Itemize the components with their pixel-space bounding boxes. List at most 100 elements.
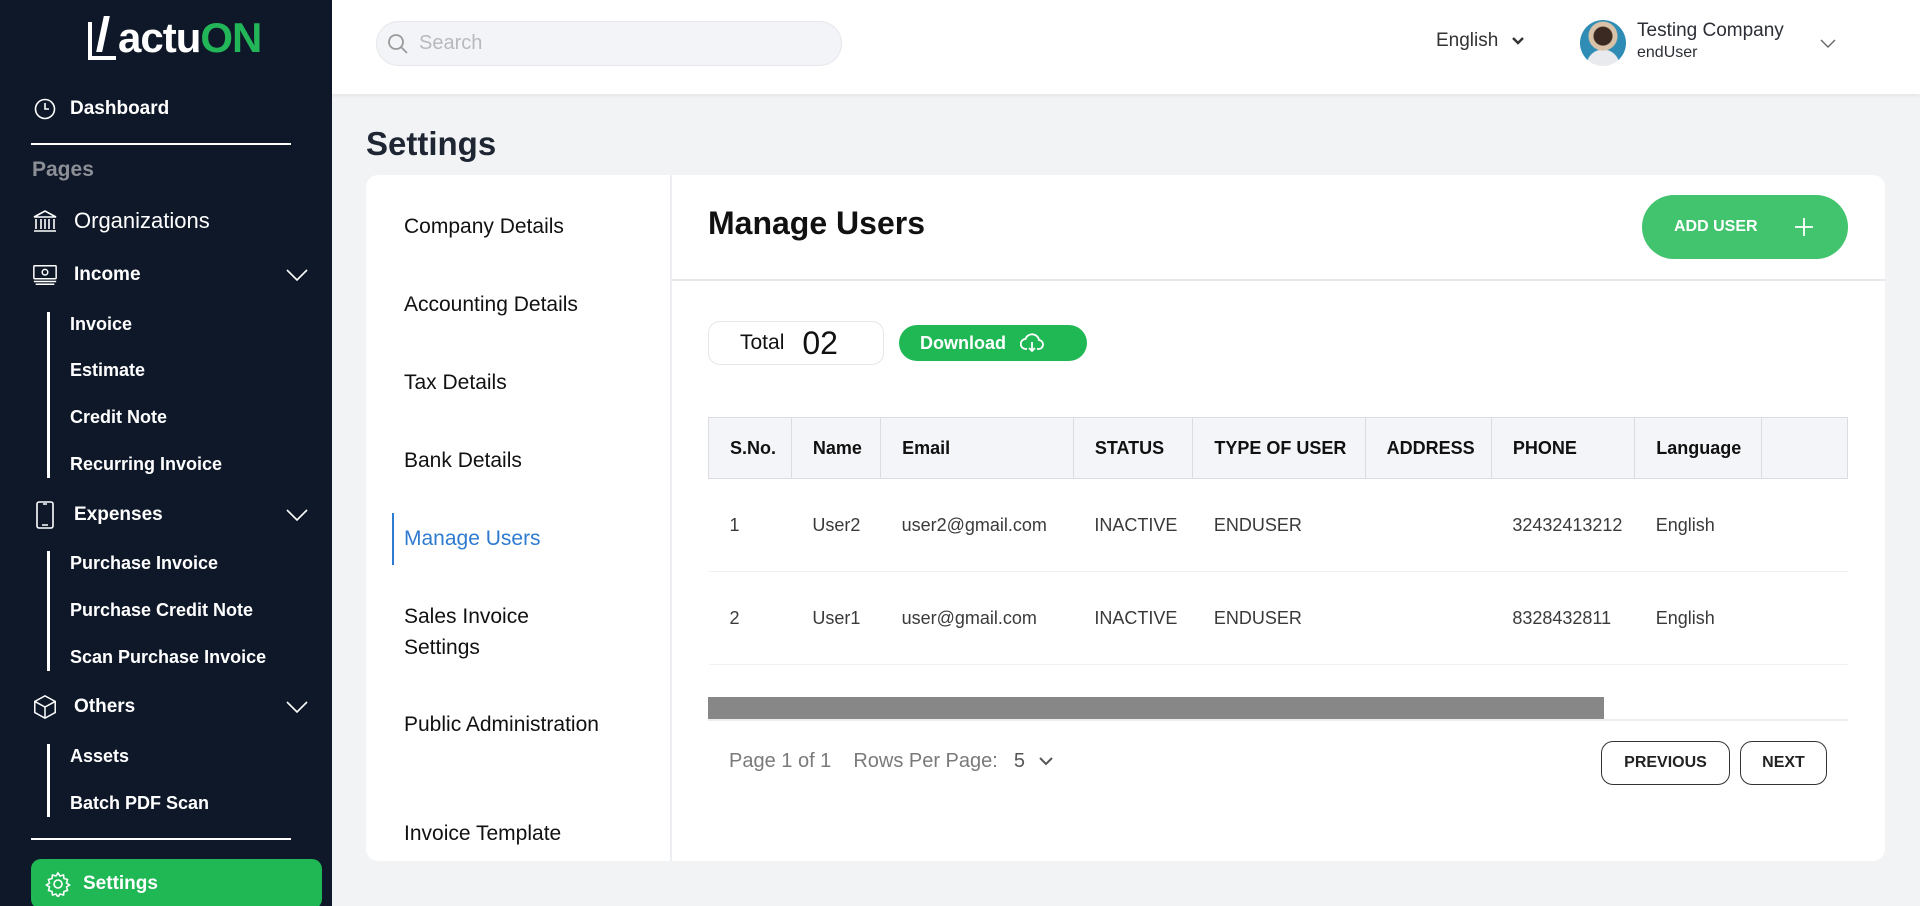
sidebar-item-scan-purchase-invoice[interactable]: Scan Purchase Invoice <box>70 647 266 668</box>
settings-nav-invoice-template[interactable]: Invoice Template <box>404 818 644 849</box>
column-header-address[interactable]: ADDRESS <box>1364 417 1492 479</box>
cell-name: User2 <box>791 478 881 572</box>
total-label: Total <box>740 331 785 354</box>
settings-nav-bank-details[interactable]: Bank Details <box>404 445 644 476</box>
cell-email: user2@gmail.com <box>880 478 1074 572</box>
search-icon <box>387 33 409 55</box>
user-menu-chevron-down-icon[interactable] <box>1820 36 1836 54</box>
cell-type-of-user: ENDUSER <box>1192 478 1366 572</box>
sidebar-item-recurring-invoice[interactable]: Recurring Invoice <box>70 454 222 475</box>
sidebar-item-organizations[interactable]: Organizations <box>32 208 210 234</box>
cell-actions <box>1761 571 1848 665</box>
settings-nav-accounting-details[interactable]: Accounting Details <box>404 289 644 320</box>
plus-icon <box>1795 218 1813 236</box>
clock-icon <box>32 96 58 122</box>
add-user-label: ADD USER <box>1674 218 1758 235</box>
page-info: Page 1 of 1 <box>729 750 832 772</box>
settings-nav-company-details[interactable]: Company Details <box>404 211 644 242</box>
cell-phone: 32432413212 <box>1491 478 1635 572</box>
column-header-language[interactable]: Language <box>1634 417 1763 479</box>
table-row[interactable]: 1 User2 user2@gmail.com INACTIVE ENDUSER… <box>708 478 1848 572</box>
sidebar-item-invoice[interactable]: Invoice <box>70 314 132 335</box>
scrollbar-thumb[interactable] <box>708 697 1604 719</box>
others-chevron-down-icon[interactable] <box>286 700 308 714</box>
search-box[interactable] <box>376 21 842 66</box>
income-submenu-line <box>47 312 50 478</box>
column-header-email[interactable]: Email <box>880 417 1074 479</box>
section-divider <box>672 279 1885 281</box>
page-title: Settings <box>366 125 497 162</box>
cell-type-of-user: ENDUSER <box>1192 571 1366 665</box>
sidebar-item-others[interactable]: Others <box>32 694 135 720</box>
top-header: English Testing Company endUser <box>332 0 1920 94</box>
column-header-status[interactable]: STATUS <box>1072 417 1194 479</box>
others-submenu-line <box>47 744 50 817</box>
cell-actions <box>1761 478 1848 572</box>
active-indicator <box>392 513 394 565</box>
sidebar: actu ON Dashboard Pages Organizations Inc… <box>0 0 332 906</box>
user-menu[interactable]: Testing Company endUser <box>1637 20 1784 62</box>
total-count-badge: Total 02 <box>708 321 884 365</box>
settings-nav-public-administration[interactable]: Public Administration <box>404 709 604 740</box>
column-header-type-of-user[interactable]: TYPE OF USER <box>1192 417 1366 479</box>
sidebar-item-income[interactable]: Income <box>32 262 141 288</box>
sidebar-item-purchase-invoice[interactable]: Purchase Invoice <box>70 553 218 574</box>
sidebar-item-expenses[interactable]: Expenses <box>32 501 163 529</box>
sidebar-item-label: Dashboard <box>70 98 170 119</box>
sidebar-divider <box>31 838 291 840</box>
previous-button[interactable]: PREVIOUS <box>1601 741 1730 785</box>
sidebar-item-credit-note[interactable]: Credit Note <box>70 407 167 428</box>
income-chevron-down-icon[interactable] <box>286 268 308 282</box>
sidebar-item-settings[interactable]: Settings <box>31 859 322 906</box>
manage-users-title: Manage Users <box>708 205 925 241</box>
cell-sno: 2 <box>708 571 792 665</box>
card-divider <box>670 175 672 861</box>
column-header-name[interactable]: Name <box>790 417 882 479</box>
expenses-chevron-down-icon[interactable] <box>286 508 308 522</box>
sidebar-item-dashboard[interactable]: Dashboard <box>32 96 169 122</box>
language-value: English <box>1436 30 1499 51</box>
language-selector[interactable]: English <box>1436 30 1525 52</box>
sidebar-item-purchase-credit-note[interactable]: Purchase Credit Note <box>70 600 253 621</box>
cell-email: user@gmail.com <box>880 571 1074 665</box>
avatar[interactable] <box>1580 20 1626 66</box>
cell-sno: 1 <box>708 478 792 572</box>
rows-per-page-value[interactable]: 5 <box>1014 750 1025 773</box>
sidebar-item-label: Expenses <box>74 504 163 525</box>
settings-nav-manage-users[interactable]: Manage Users <box>404 523 644 554</box>
cell-language: English <box>1634 571 1762 665</box>
add-user-button[interactable]: ADD USER <box>1642 195 1848 259</box>
chevron-down-icon <box>1498 37 1525 45</box>
rows-per-page-chevron-down-icon[interactable] <box>1025 757 1053 766</box>
user-name: Testing Company <box>1637 20 1784 41</box>
sidebar-item-label: Income <box>74 264 141 285</box>
logo-text-accent: ON <box>200 14 262 61</box>
column-header-sno[interactable]: S.No. <box>708 417 792 479</box>
settings-nav-tax-details[interactable]: Tax Details <box>404 367 644 398</box>
box-icon <box>32 694 58 720</box>
search-input[interactable] <box>419 32 819 55</box>
cell-status: INACTIVE <box>1073 571 1193 665</box>
sidebar-item-label: Settings <box>83 873 158 894</box>
sidebar-item-estimate[interactable]: Estimate <box>70 360 145 381</box>
sidebar-item-assets[interactable]: Assets <box>70 746 129 767</box>
table-header-row: S.No. Name Email STATUS TYPE OF USER ADD… <box>708 417 1848 479</box>
logo[interactable]: actu ON <box>88 14 262 61</box>
column-header-phone[interactable]: PHONE <box>1490 417 1636 479</box>
next-button[interactable]: NEXT <box>1740 741 1827 785</box>
cell-status: INACTIVE <box>1073 478 1193 572</box>
scrollbar-track-line <box>708 719 1848 721</box>
sidebar-item-batch-pdf-scan[interactable]: Batch PDF Scan <box>70 793 209 814</box>
bank-building-icon <box>32 208 58 234</box>
pages-section-label: Pages <box>32 158 94 181</box>
column-header-actions <box>1761 417 1848 479</box>
sidebar-item-label: Others <box>74 696 136 717</box>
logo-text: actu <box>118 14 201 61</box>
sidebar-divider <box>31 143 291 145</box>
horizontal-scrollbar[interactable] <box>708 697 1848 721</box>
rows-per-page-label: Rows Per Page: <box>853 750 998 772</box>
cloud-download-icon <box>1006 333 1044 353</box>
table-row[interactable]: 2 User1 user@gmail.com INACTIVE ENDUSER … <box>708 571 1848 665</box>
download-button[interactable]: Download <box>899 325 1087 361</box>
settings-nav-sales-invoice-settings[interactable]: Sales Invoice Settings <box>404 601 604 663</box>
